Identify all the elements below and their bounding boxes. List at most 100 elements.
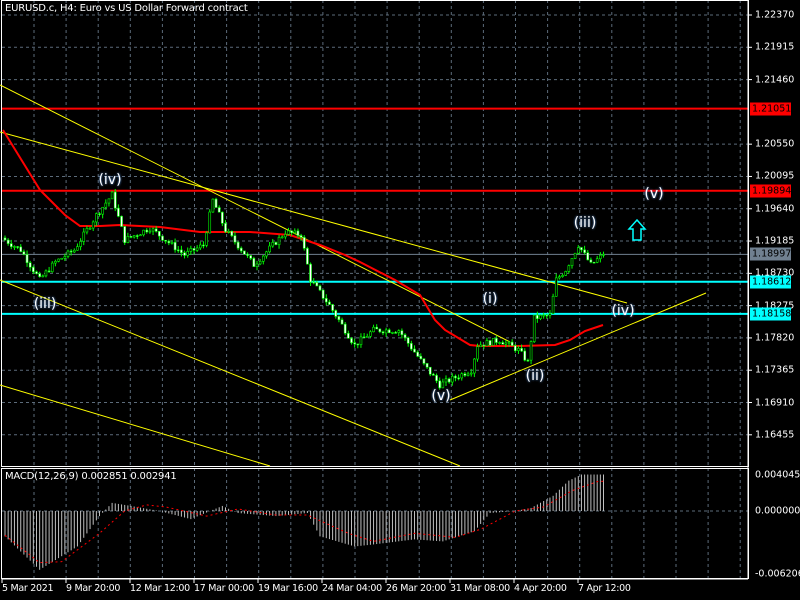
candle (306, 246, 309, 265)
candle (22, 249, 26, 256)
candle-body (139, 234, 142, 237)
chart-canvas[interactable] (0, 0, 800, 600)
candle-body (164, 239, 167, 242)
candle (454, 374, 457, 382)
candle (50, 261, 54, 273)
candle (129, 236, 133, 239)
candle (113, 189, 117, 212)
candle-body (60, 257, 64, 260)
candle (570, 257, 574, 269)
candle (54, 259, 57, 267)
candle-body (570, 258, 574, 267)
candle-body (536, 314, 539, 319)
candle (258, 259, 262, 266)
candle (387, 328, 391, 334)
candle (202, 241, 205, 249)
price-axis-label: 1.19185 (755, 235, 795, 247)
candle-body (564, 271, 568, 276)
candle-body (180, 249, 183, 253)
candle (183, 250, 186, 259)
candle-body (261, 255, 265, 262)
candle-body (22, 251, 26, 255)
candle (164, 239, 167, 244)
candle-body (85, 228, 89, 233)
candle-body (403, 334, 407, 339)
candle-body (347, 333, 350, 339)
candle-body (284, 234, 287, 238)
candle-body (19, 246, 23, 252)
candle (400, 328, 404, 339)
candle-body (526, 359, 530, 362)
candle-body (545, 314, 549, 317)
candle (343, 322, 347, 336)
candle (397, 329, 401, 337)
candle (287, 227, 290, 236)
candle (403, 333, 407, 341)
candle-body (82, 231, 86, 242)
candle-body (35, 271, 38, 274)
candle-body (28, 262, 32, 268)
candle-body (482, 344, 486, 347)
candle (495, 335, 498, 346)
candle-body (586, 252, 590, 261)
candle-body (491, 337, 495, 346)
candle-body (10, 243, 13, 247)
candle (583, 245, 586, 255)
candle-body (428, 366, 432, 375)
candle-body (425, 363, 429, 368)
candle-body (32, 266, 35, 273)
candle-body (280, 236, 284, 239)
candle (501, 340, 505, 345)
elliott-wave-label: (v) (431, 388, 451, 404)
macd-panel-frame (1, 468, 749, 579)
candle (554, 273, 558, 297)
price-level-badge: 1.21051 (750, 102, 792, 116)
up-arrow-icon (627, 218, 647, 241)
candle (589, 257, 593, 264)
candle (331, 303, 334, 313)
candle-body (73, 249, 76, 253)
candle-body (422, 358, 426, 364)
candle (107, 198, 111, 207)
candle (406, 336, 410, 347)
macd-axis-min: -0.006206 (755, 568, 800, 580)
candle (435, 373, 438, 384)
candle-body (268, 245, 271, 253)
candle-body (378, 328, 382, 333)
candle-body (485, 340, 489, 347)
candle-body (413, 348, 416, 353)
candle-body (573, 252, 577, 259)
candle (132, 235, 136, 239)
candle-body (504, 342, 508, 345)
candle (186, 247, 189, 258)
candle-body (277, 236, 281, 245)
candle (410, 340, 413, 351)
candle (425, 363, 429, 369)
trendline (0, 279, 461, 467)
candle-body (158, 231, 161, 237)
candle-body (113, 191, 117, 209)
candle (324, 294, 328, 306)
candle-body (258, 261, 262, 265)
candle-body (365, 336, 369, 338)
candle-body (567, 265, 571, 272)
candle (277, 234, 281, 249)
candle (41, 274, 45, 278)
elliott-wave-label: (iii) (573, 215, 597, 231)
candle (35, 270, 38, 275)
candle-body (107, 198, 111, 204)
candle-body (151, 228, 155, 232)
candle (576, 245, 580, 255)
candle (189, 245, 193, 255)
candle (25, 250, 29, 267)
candle (173, 238, 177, 253)
price-axis-label: 1.21460 (755, 74, 795, 86)
candle-body (432, 373, 435, 376)
candle (318, 284, 322, 292)
candle-body (476, 346, 479, 360)
candle (558, 274, 561, 280)
candle-body (132, 235, 136, 238)
candle (523, 348, 527, 362)
candle-body (517, 348, 520, 351)
candle-body (214, 198, 218, 208)
